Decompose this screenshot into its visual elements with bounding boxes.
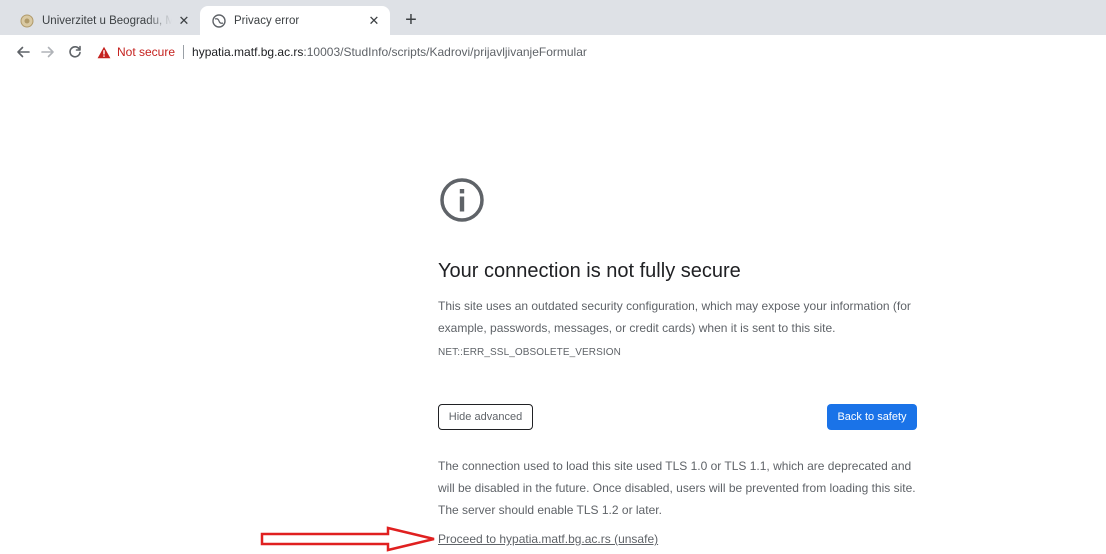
proceed-unsafe-link[interactable]: Proceed to hypatia.matf.bg.ac.rs (unsafe…	[438, 532, 658, 546]
warning-icon	[97, 46, 111, 58]
page-title: Your connection is not fully secure	[438, 260, 741, 282]
tab-privacy-error[interactable]: Privacy error ✕	[200, 6, 390, 35]
arrow-right-icon	[41, 46, 54, 58]
advanced-details-text: The connection used to load this site us…	[438, 459, 916, 517]
new-tab-button[interactable]: +	[400, 9, 422, 31]
back-button[interactable]	[14, 43, 32, 61]
url-host: hypatia.matf.bg.ac.rs	[192, 45, 304, 59]
security-status-label[interactable]: Not secure	[117, 45, 175, 59]
tab-title: Privacy error	[234, 14, 300, 27]
warning-description: This site uses an outdated security conf…	[438, 299, 911, 335]
address-bar[interactable]: Not secure hypatia.matf.bg.ac.rs:10003/S…	[97, 42, 587, 62]
close-tab-icon[interactable]: ✕	[366, 13, 382, 29]
tab-title: Univerzitet u Beogradu, Matematički faku…	[42, 14, 172, 27]
tab-matf[interactable]: Univerzitet u Beogradu, Matematički faku…	[8, 6, 200, 35]
forward-button[interactable]	[39, 43, 57, 61]
info-icon	[440, 178, 484, 222]
reload-icon	[69, 45, 81, 58]
address-separator	[183, 45, 185, 59]
error-code[interactable]: NET::ERR_SSL_OBSOLETE_VERSION	[438, 347, 621, 358]
back-to-safety-button[interactable]: Back to safety	[827, 404, 917, 430]
arrow-left-icon	[17, 46, 30, 58]
globe-icon	[212, 13, 226, 28]
reload-button[interactable]	[66, 43, 84, 61]
browser-toolbar: Not secure hypatia.matf.bg.ac.rs:10003/S…	[0, 35, 1106, 69]
url-path: :10003/StudInfo/scripts/Kadrovi/prijavlj…	[303, 45, 587, 59]
tab-strip: Univerzitet u Beogradu, Matematički faku…	[0, 0, 1106, 35]
red-annotation-arrow	[260, 526, 435, 552]
university-favicon	[20, 14, 34, 27]
close-tab-icon[interactable]: ✕	[176, 13, 192, 29]
hide-advanced-button[interactable]: Hide advanced	[438, 404, 533, 430]
